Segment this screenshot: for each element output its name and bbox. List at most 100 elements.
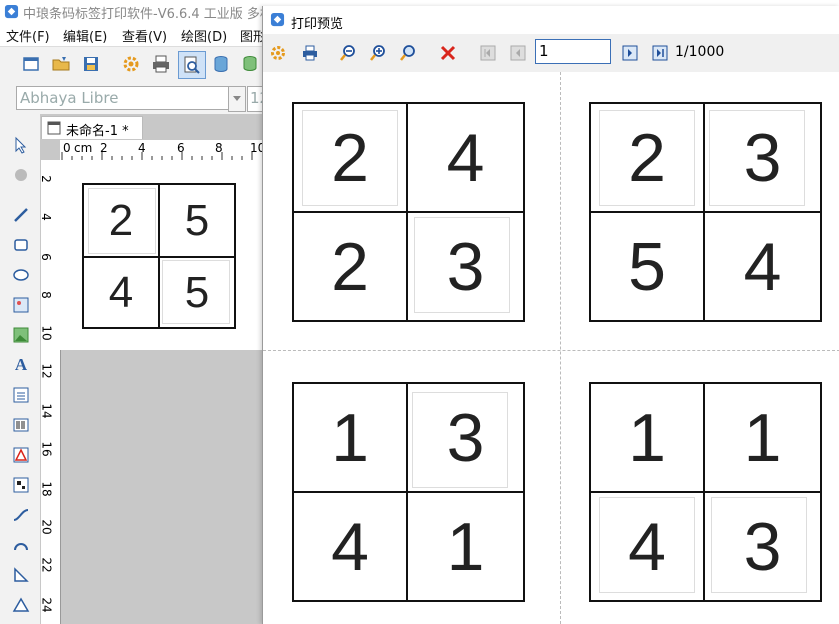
main-toolbar (0, 46, 264, 84)
select-arrow-icon[interactable] (10, 134, 32, 156)
line-tool-icon[interactable] (10, 204, 32, 226)
menu-view[interactable]: 查看(V) (122, 26, 167, 45)
preview-cell: 4 (446, 119, 485, 196)
ruler-h-label: cm (74, 141, 93, 155)
label-grid[interactable]: 2 5 4 5 (82, 183, 236, 329)
vertical-ruler: 2 4 6 8 10 12 14 16 18 20 22 24 (38, 160, 61, 624)
ruler-h-label: 2 (100, 141, 108, 155)
menu-draw[interactable]: 绘图(D) (181, 26, 227, 45)
page-number-input[interactable]: 1 (535, 39, 611, 64)
preview-cell: 4 (628, 508, 666, 585)
preview-cell: 5 (628, 228, 666, 305)
polygon-tool-icon[interactable] (10, 444, 32, 466)
font-name-select[interactable]: Abhaya Libre (16, 86, 230, 110)
preview-label: 2 4 2 3 (292, 102, 525, 322)
preview-cell: 3 (446, 228, 485, 305)
ruler-v-label: 24 (39, 597, 54, 613)
print-preview-button[interactable] (178, 51, 206, 79)
preview-cell: 1 (331, 399, 369, 476)
label-cell[interactable]: 5 (160, 185, 234, 256)
label-cell[interactable]: 5 (160, 258, 234, 327)
text-tool-icon[interactable]: A (10, 354, 32, 376)
pan-tool-icon[interactable] (10, 164, 32, 186)
preview-settings-icon[interactable] (267, 42, 289, 64)
close-preview-icon[interactable] (437, 42, 459, 64)
preview-label: 2 3 5 4 (589, 102, 822, 322)
ruler-v-label: 22 (39, 557, 54, 573)
preview-cell: 3 (743, 119, 782, 196)
zoom-in-icon[interactable] (367, 42, 389, 64)
document-tab-label: 未命名-1 * (66, 124, 129, 139)
print-icon[interactable] (150, 53, 172, 75)
next-page-icon[interactable] (619, 42, 641, 64)
ruler-v-label: 20 (39, 519, 54, 535)
menu-edit[interactable]: 编辑(E) (63, 26, 107, 45)
qrcode-tool-icon[interactable] (10, 474, 32, 496)
label-cell[interactable]: 2 (84, 185, 158, 256)
open-folder-icon[interactable] (50, 53, 72, 75)
rectangle-tool-icon[interactable] (10, 234, 32, 256)
triangle-tool-icon[interactable] (10, 594, 32, 616)
arc-tool-icon[interactable] (10, 534, 32, 556)
preview-print-icon[interactable] (299, 42, 321, 64)
horizontal-ruler: 0 cm 2 4 6 8 10 (60, 140, 265, 161)
drawing-tools-panel: A (0, 114, 41, 624)
zoom-out-icon[interactable] (337, 42, 359, 64)
picture-tool-icon[interactable] (10, 324, 32, 346)
ellipse-tool-icon[interactable] (10, 264, 32, 286)
preview-cell: 2 (331, 119, 369, 196)
preview-cell: 1 (628, 399, 666, 476)
app-logo-icon (4, 4, 19, 19)
preview-label: 1 1 4 3 (589, 382, 822, 602)
curve-tool-icon[interactable] (10, 504, 32, 526)
print-preview-icon (184, 56, 200, 74)
font-toolbar: Abhaya Libre 12 (0, 82, 269, 115)
preview-label: 1 3 4 1 (292, 382, 525, 602)
ruler-h-label: 0 (63, 141, 71, 155)
ruler-v-label: 16 (39, 441, 54, 457)
ruler-v-label: 14 (39, 403, 54, 419)
menu-file[interactable]: 文件(F) (6, 26, 50, 45)
rich-text-tool-icon[interactable] (10, 384, 32, 406)
print-preview-window: 打印预览 1 1/1000 2 4 2 3 2 3 5 4 1 3 4 1 1 … (262, 6, 839, 624)
preview-title-bar: 打印预览 (263, 6, 839, 34)
preview-cell: 3 (743, 508, 782, 585)
label-cell[interactable]: 4 (84, 258, 158, 327)
page-separator-horizontal (263, 350, 839, 351)
preview-cell: 4 (743, 228, 782, 305)
database-icon[interactable] (210, 53, 232, 75)
new-window-icon[interactable] (20, 53, 42, 75)
database-settings-icon[interactable] (240, 53, 262, 75)
font-name-value: Abhaya Libre (20, 89, 119, 107)
triangle-corner-tool-icon[interactable] (10, 564, 32, 586)
font-dropdown-button[interactable] (228, 86, 246, 112)
menu-bar: 文件(F) 编辑(E) 查看(V) 绘图(D) 图形 (0, 24, 266, 46)
ruler-v-label: 8 (38, 291, 53, 299)
chevron-down-icon (233, 96, 241, 101)
document-tab[interactable]: 未命名-1 * (41, 116, 143, 139)
settings-gear-icon[interactable] (120, 53, 142, 75)
preview-cell: 1 (446, 508, 485, 585)
image-tool-icon[interactable] (10, 294, 32, 316)
zoom-fit-icon[interactable] (397, 42, 419, 64)
last-page-icon[interactable] (649, 42, 671, 64)
ruler-h-label: 6 (177, 141, 185, 155)
ruler-h-label: 4 (138, 141, 146, 155)
main-window-title: 中琅条码标签打印软件-V6.6.4 工业版 多机 (23, 7, 273, 22)
first-page-icon[interactable] (477, 42, 499, 64)
barcode-tool-icon[interactable] (10, 414, 32, 436)
prev-page-icon[interactable] (507, 42, 529, 64)
ruler-v-label: 4 (38, 213, 53, 221)
ruler-v-label: 10 (39, 325, 54, 341)
ruler-v-label: 2 (38, 175, 53, 183)
preview-cell: 2 (628, 119, 666, 196)
save-icon[interactable] (80, 53, 102, 75)
preview-toolbar: 1 1/1000 (263, 34, 839, 73)
page-separator-vertical (560, 72, 561, 624)
design-canvas[interactable]: 2 5 4 5 (60, 160, 264, 350)
document-icon (47, 121, 61, 135)
ruler-v-label: 12 (39, 363, 54, 379)
ruler-v-label: 6 (38, 253, 53, 261)
preview-window-title: 打印预览 (291, 17, 344, 32)
preview-cell: 4 (331, 508, 369, 585)
